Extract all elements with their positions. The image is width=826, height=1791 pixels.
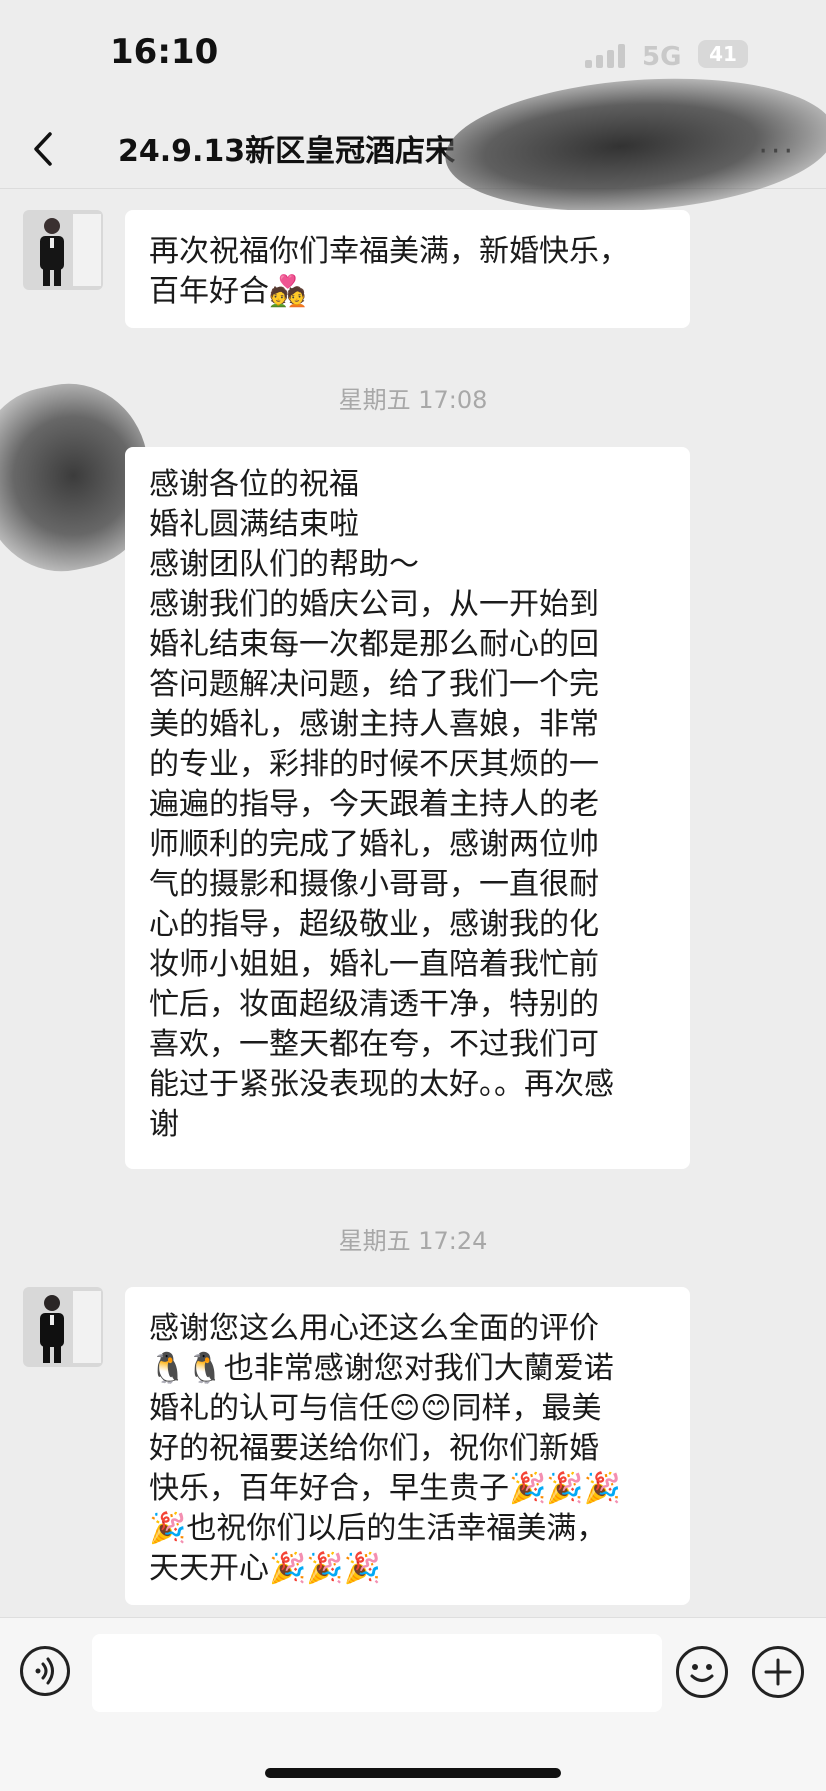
person-icon [40, 1295, 64, 1363]
message-timestamp: 星期五 17:24 [338, 1227, 488, 1255]
message-bubble: 感谢各位的祝福 婚礼圆满结束啦 感谢团队们的帮助～ 感谢我们的婚庆公司，从一开始… [125, 447, 690, 1169]
business-card [73, 214, 101, 286]
signal-icon [585, 44, 629, 68]
voice-icon [35, 1657, 54, 1685]
network-type: 5G [642, 42, 682, 72]
input-bar [0, 1617, 826, 1791]
person-icon [40, 218, 64, 286]
chat-title: 24.9.13新区皇冠酒店宋 [118, 134, 456, 169]
message-bubble: 再次祝福你们幸福美满，新婚快乐， 百年好合💑 [125, 210, 690, 328]
back-button[interactable] [24, 124, 64, 174]
chevron-left-icon [34, 132, 52, 166]
voice-button[interactable] [20, 1646, 70, 1696]
plus-button[interactable] [752, 1646, 804, 1698]
business-card [73, 1291, 101, 1363]
avatar[interactable] [23, 1287, 103, 1367]
plus-icon [764, 1658, 792, 1686]
emoji-icon [690, 1664, 714, 1682]
status-time: 16:10 [110, 32, 219, 72]
home-indicator[interactable] [265, 1768, 561, 1778]
avatar[interactable] [23, 210, 103, 290]
message-input[interactable] [92, 1634, 662, 1712]
battery-icon: 41 [698, 40, 748, 68]
emoji-button[interactable] [676, 1646, 728, 1698]
message-bubble: 感谢您这么用心还这么全面的评价 🐧🐧也非常感谢您对我们大蘭爱诺 婚礼的认可与信任… [125, 1287, 690, 1605]
